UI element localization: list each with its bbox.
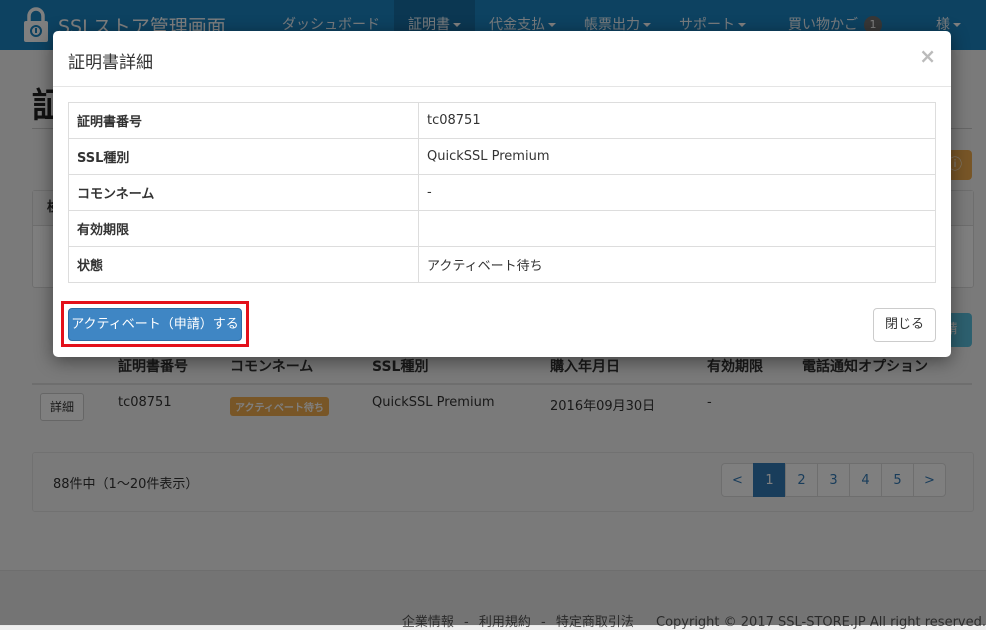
activate-button[interactable]: アクティベート（申請）する [68,308,242,341]
modal-header: 証明書詳細 × [53,31,951,87]
detail-key: 証明書番号 [68,102,419,139]
table-row: 証明書番号 tc08751 [68,102,936,139]
detail-value: QuickSSL Premium [418,138,936,175]
modal-footer: アクティベート（申請）する 閉じる [53,289,951,357]
detail-table: 証明書番号 tc08751 SSL種別 QuickSSL Premium コモン… [68,102,936,283]
detail-key: SSL種別 [68,138,419,175]
table-row: 有効期限 [68,210,936,247]
detail-value [418,210,936,247]
close-button[interactable]: 閉じる [873,308,936,342]
detail-value: アクティベート待ち [418,246,936,283]
detail-value: tc08751 [418,102,936,139]
detail-key: 状態 [68,246,419,283]
close-icon[interactable]: × [919,44,936,68]
table-row: コモンネーム - [68,174,936,211]
modal-title: 証明書詳細 [68,53,153,73]
certificate-detail-modal: 証明書詳細 × 証明書番号 tc08751 SSL種別 QuickSSL Pre… [53,31,951,357]
table-row: 状態 アクティベート待ち [68,246,936,283]
table-row: SSL種別 QuickSSL Premium [68,138,936,175]
detail-key: 有効期限 [68,210,419,247]
detail-value: - [418,174,936,211]
detail-key: コモンネーム [68,174,419,211]
